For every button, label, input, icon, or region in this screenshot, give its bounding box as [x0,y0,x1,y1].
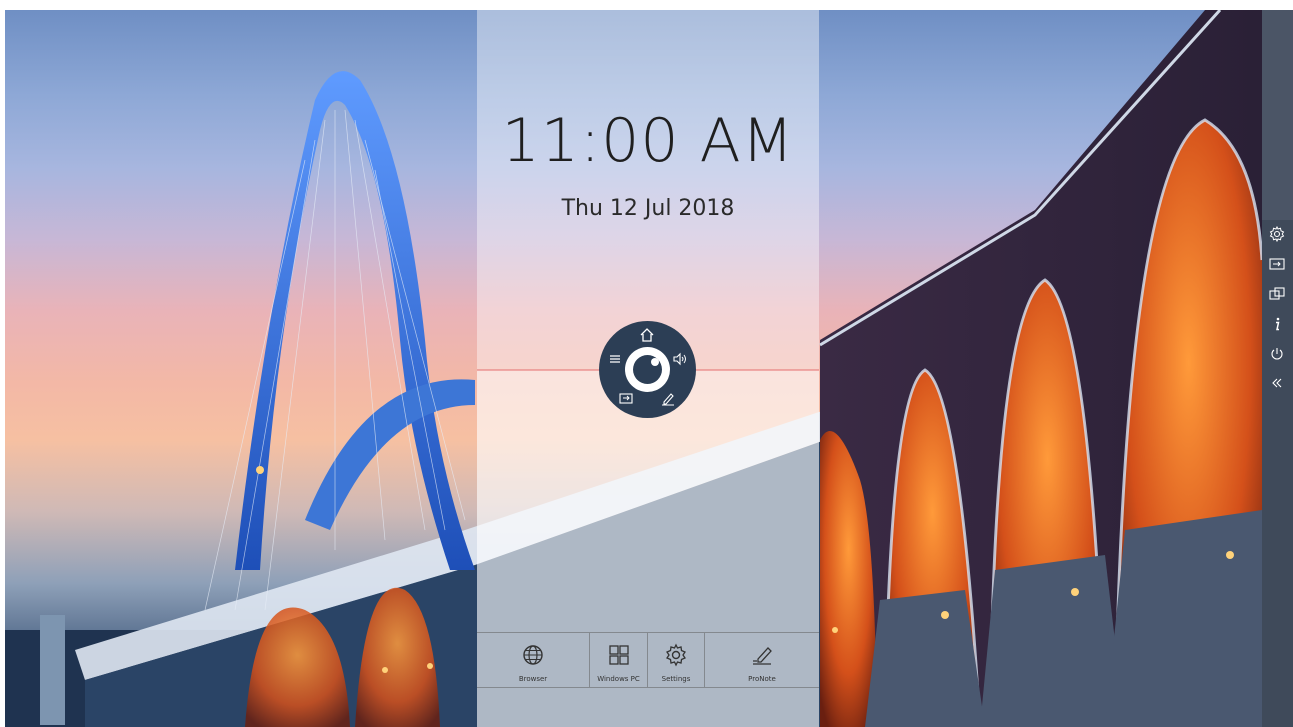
launcher-ring-icon[interactable] [625,347,670,392]
dock-item-label: Browser [518,675,548,683]
globe-icon [521,643,545,667]
dock-item-label: Windows PC [597,675,640,683]
dock-item-windows-pc[interactable]: Windows PC [590,633,648,687]
note-pen-icon [750,643,774,667]
home-icon[interactable] [639,327,655,343]
volume-icon[interactable] [672,351,688,367]
screen-share-icon[interactable] [1268,285,1286,303]
info-icon[interactable] [1268,315,1286,333]
app-dock: Browser Windows PC Settings ProNote [477,632,819,688]
radial-menu[interactable] [599,321,696,418]
windows-icon [607,643,631,667]
input-source-icon[interactable] [618,390,634,406]
collapse-icon[interactable] [1268,374,1286,392]
pen-icon[interactable] [660,390,676,406]
input-icon[interactable] [1268,255,1286,273]
dock-item-pronote[interactable]: ProNote [705,633,819,687]
dock-item-browser[interactable]: Browser [477,633,590,687]
clock-time: 11:00 AM [501,106,795,176]
gear-icon [664,643,688,667]
menu-icon[interactable] [607,351,623,367]
dock-item-label: ProNote [748,675,776,683]
side-toolbar-top [1262,10,1293,220]
side-toolbar [1262,10,1293,727]
dock-item-settings[interactable]: Settings [648,633,705,687]
dock-item-label: Settings [661,675,691,683]
power-icon[interactable] [1268,345,1286,363]
gear-icon[interactable] [1268,225,1286,243]
clock-date: Thu 12 Jul 2018 [561,196,735,221]
